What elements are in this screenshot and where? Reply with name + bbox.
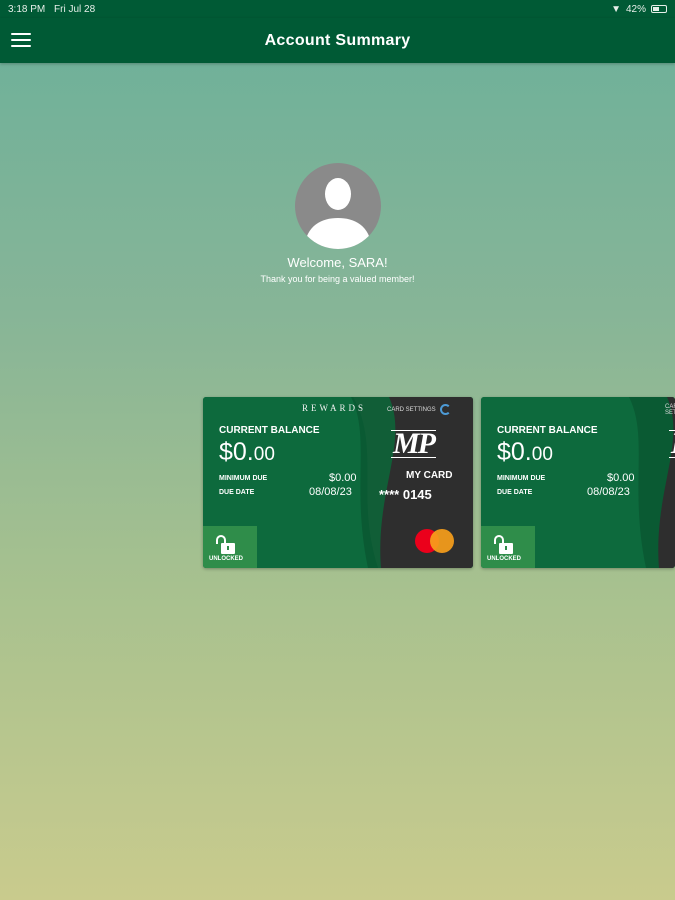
balance-value: $0.00: [219, 438, 275, 467]
balance-main: $0.: [497, 438, 532, 466]
due-date-label: DUE DATE: [497, 489, 533, 496]
credit-card[interactable]: CARD SETTINGS CURRENT BALANCE $0.00 MINI…: [481, 397, 675, 568]
unlocked-padlock-icon: [216, 535, 235, 554]
balance-label: CURRENT BALANCE: [497, 425, 598, 436]
profile-section: Welcome, SARA! Thank you for being a val…: [0, 163, 675, 284]
card-settings-button[interactable]: CARD SETTINGS: [387, 404, 451, 415]
wifi-icon: ▼: [611, 3, 621, 15]
lock-status-label: UNLOCKED: [209, 556, 243, 562]
welcome-text: Welcome, SARA!: [287, 255, 388, 270]
minimum-due-label: MINIMUM DUE: [219, 475, 268, 482]
balance-label: CURRENT BALANCE: [219, 425, 320, 436]
balance-value: $0.00: [497, 438, 553, 467]
mp-logo: MP: [391, 427, 436, 460]
lock-toggle-button[interactable]: UNLOCKED: [203, 526, 257, 568]
user-silhouette-icon: [294, 163, 381, 249]
balance-main: $0.: [219, 438, 254, 466]
status-left: 3:18 PM Fri Jul 28: [8, 4, 95, 15]
due-date-value: 08/08/23: [309, 486, 352, 498]
card-settings-label: CARD SETTINGS: [665, 404, 675, 416]
minimum-due-value: $0.00: [329, 472, 357, 484]
mastercard-logo-icon: [415, 529, 455, 553]
battery-percent: 42%: [625, 3, 646, 15]
hamburger-menu-icon[interactable]: [8, 28, 34, 52]
minimum-due-label: MINIMUM DUE: [497, 475, 546, 482]
status-time: 3:18 PM: [8, 3, 46, 15]
lock-status-label: UNLOCKED: [487, 556, 521, 562]
card-number: **** 0145: [379, 487, 432, 502]
mp-logo: MP: [669, 429, 675, 459]
card-name: MY CARD: [406, 470, 453, 481]
thanks-text: Thank you for being a valued member!: [260, 274, 415, 284]
minimum-due-value: $0.00: [607, 472, 635, 484]
status-bar: 3:18 PM Fri Jul 28 ▼ 42%: [0, 0, 675, 18]
lock-toggle-button[interactable]: UNLOCKED: [481, 526, 535, 568]
card-settings-label: CARD SETTINGS: [387, 406, 436, 413]
balance-cents: 00: [531, 444, 553, 465]
due-date-label: DUE DATE: [219, 489, 255, 496]
card-settings-button[interactable]: CARD SETTINGS: [665, 404, 675, 416]
balance-cents: 00: [253, 444, 275, 465]
refresh-icon: [439, 404, 451, 415]
status-date: Fri Jul 28: [54, 3, 96, 15]
due-date-value: 08/08/23: [587, 486, 630, 498]
nav-bar: Account Summary: [0, 18, 675, 63]
card-brand: REWARDS: [302, 403, 367, 413]
status-right: ▼ 42%: [611, 4, 667, 15]
unlocked-padlock-icon: [494, 535, 513, 554]
credit-card[interactable]: REWARDS CARD SETTINGS CURRENT BALANCE $0…: [203, 397, 473, 568]
page-title: Account Summary: [264, 31, 411, 49]
battery-icon: [651, 5, 667, 13]
